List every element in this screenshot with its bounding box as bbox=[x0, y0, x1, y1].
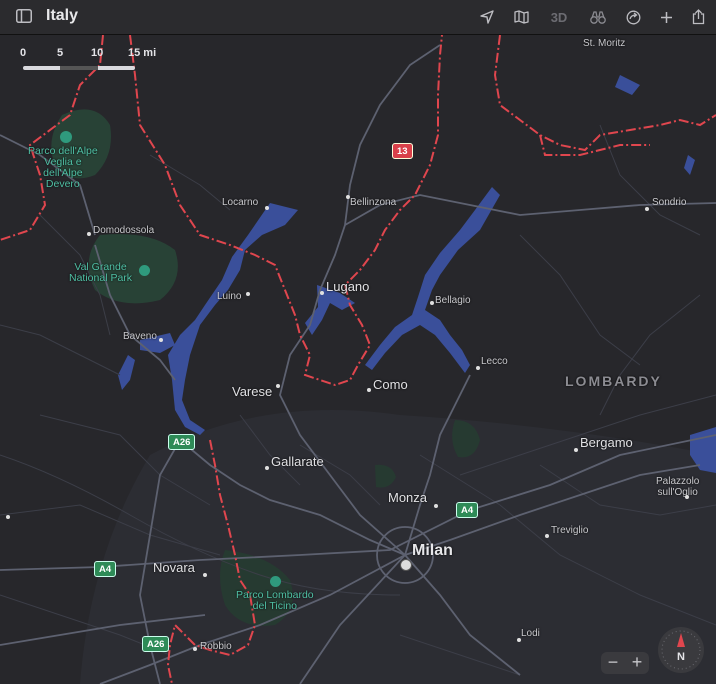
label-treviglio[interactable]: Treviglio bbox=[551, 525, 588, 536]
map-base-layer bbox=[0, 35, 716, 684]
label-locarno[interactable]: Locarno bbox=[222, 197, 258, 208]
scale-tick-10: 10 bbox=[91, 47, 104, 59]
city-dot bbox=[6, 515, 10, 519]
label-robbio[interactable]: Robbio bbox=[200, 641, 232, 652]
label-luino[interactable]: Luino bbox=[217, 291, 241, 302]
milan-city-icon bbox=[400, 559, 412, 571]
label-lugano[interactable]: Lugano bbox=[326, 279, 369, 294]
map-icon[interactable] bbox=[512, 8, 530, 26]
city-dot bbox=[476, 366, 480, 370]
label-bergamo[interactable]: Bergamo bbox=[580, 435, 633, 450]
city-dot bbox=[430, 301, 434, 305]
location-arrow-icon[interactable] bbox=[478, 8, 496, 26]
label-sondrio[interactable]: Sondrio bbox=[652, 197, 686, 208]
shield-a4-east: A4 bbox=[456, 502, 479, 518]
lake-como bbox=[365, 187, 500, 373]
city-dot bbox=[87, 232, 91, 236]
window-title: Italy bbox=[46, 7, 79, 24]
label-lombardy: LOMBARDY bbox=[565, 373, 662, 389]
shield-a4-west: A4 bbox=[94, 561, 117, 577]
plus-icon[interactable] bbox=[657, 8, 675, 26]
city-dot bbox=[367, 388, 371, 392]
city-dot bbox=[320, 291, 324, 295]
compass-button[interactable]: N bbox=[658, 627, 704, 673]
label-novara[interactable]: Novara bbox=[153, 560, 195, 575]
shield-a26-south: A26 bbox=[142, 636, 170, 652]
city-dot bbox=[265, 206, 269, 210]
compass-icon: N bbox=[661, 630, 701, 670]
label-bellinzona[interactable]: Bellinzona bbox=[350, 197, 396, 208]
share-icon[interactable] bbox=[689, 8, 707, 26]
sidebar-icon[interactable] bbox=[16, 9, 32, 23]
3d-button[interactable]: 3D bbox=[547, 8, 571, 26]
binoculars-icon[interactable] bbox=[589, 8, 607, 26]
city-dot bbox=[545, 534, 549, 538]
tree-icon bbox=[60, 131, 72, 143]
compass-label: N bbox=[677, 651, 685, 663]
label-gallarate[interactable]: Gallarate bbox=[271, 454, 324, 469]
label-st-moritz[interactable]: St. Moritz bbox=[583, 38, 625, 49]
toolbar: Italy 3D bbox=[0, 0, 716, 35]
city-dot bbox=[193, 647, 197, 651]
maps-window: Italy 3D 0 5 10 15 mi St. Moritz Parco d… bbox=[0, 0, 716, 684]
city-dot bbox=[265, 466, 269, 470]
tree-icon bbox=[139, 265, 150, 276]
city-dot bbox=[645, 207, 649, 211]
scale-track bbox=[23, 66, 135, 70]
label-domodossola[interactable]: Domodossola bbox=[93, 225, 154, 236]
label-varese[interactable]: Varese bbox=[232, 384, 272, 399]
zoom-in-button[interactable]: + bbox=[625, 652, 649, 674]
city-dot bbox=[246, 292, 250, 296]
scale-tick-15: 15 mi bbox=[128, 47, 157, 59]
label-monza[interactable]: Monza bbox=[388, 490, 427, 505]
label-bellagio[interactable]: Bellagio bbox=[435, 295, 471, 306]
label-como[interactable]: Como bbox=[373, 377, 408, 392]
map-canvas[interactable]: 0 5 10 15 mi St. Moritz Parco dell'Alpe … bbox=[0, 35, 716, 684]
label-val-grande[interactable]: Val Grande National Park bbox=[69, 262, 132, 284]
shield-route-13: 13 bbox=[392, 143, 413, 159]
label-parco-ticino[interactable]: Parco Lombardo del Ticino bbox=[236, 590, 314, 612]
zoom-control: − + bbox=[601, 652, 649, 674]
city-dot bbox=[574, 448, 578, 452]
label-baveno[interactable]: Baveno bbox=[123, 331, 157, 342]
city-dot bbox=[203, 573, 207, 577]
shield-a26-north: A26 bbox=[168, 434, 196, 450]
label-palazzolo[interactable]: Palazzolo sull'Oglio bbox=[656, 476, 699, 498]
scale-tick-0: 0 bbox=[20, 47, 27, 59]
label-park-veglia[interactable]: Parco dell'Alpe Veglia e dell'Alpe Dever… bbox=[28, 146, 98, 190]
label-milan[interactable]: Milan bbox=[412, 542, 453, 560]
city-dot bbox=[159, 338, 163, 342]
city-dot bbox=[434, 504, 438, 508]
scale-tick-5: 5 bbox=[57, 47, 64, 59]
city-dot bbox=[685, 495, 689, 499]
refresh-icon[interactable] bbox=[624, 8, 642, 26]
lake-maggiore bbox=[168, 203, 298, 435]
zoom-out-button[interactable]: − bbox=[601, 652, 625, 674]
label-lecco[interactable]: Lecco bbox=[481, 356, 508, 367]
tree-icon bbox=[270, 576, 281, 587]
city-dot bbox=[276, 384, 280, 388]
label-lodi[interactable]: Lodi bbox=[521, 628, 540, 639]
scale-bar: 0 5 10 15 mi bbox=[20, 47, 160, 71]
